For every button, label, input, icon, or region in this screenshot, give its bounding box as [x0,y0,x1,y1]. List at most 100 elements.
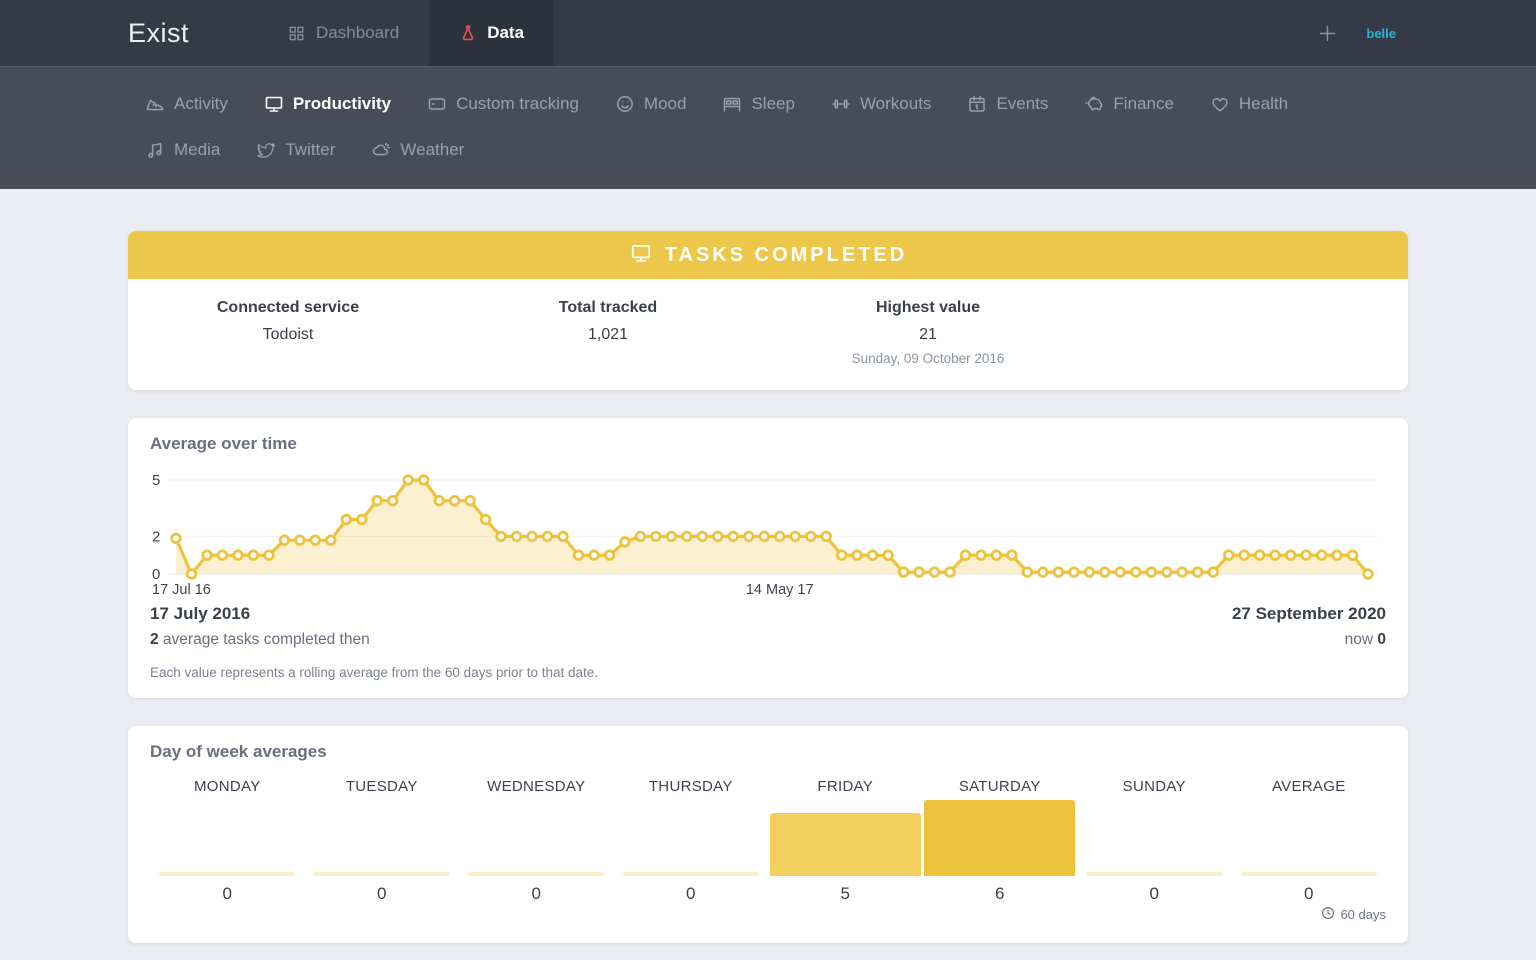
dow-barzone [305,798,460,876]
tasks-completed-banner: TASKS COMPLETED [128,231,1408,279]
dow-column-monday: MONDAY 0 [150,778,305,904]
subnav-item-sleep[interactable]: Sleep [722,94,795,114]
stat-date: Sunday, 09 October 2016 [851,351,1005,366]
range-start-date: 17 July 2016 [150,604,251,623]
svg-text:0: 0 [152,566,160,583]
stat-value: Todoist [262,326,314,343]
tag-icon [427,94,447,114]
nav-dashboard-label: Dashboard [316,23,400,42]
monitor-icon [264,94,284,114]
dow-column-sunday: SUNDAY 0 [1077,778,1232,904]
topbar-right: belle [1317,0,1536,66]
nav-dashboard[interactable]: Dashboard [257,0,429,66]
subnav-item-media[interactable]: Media [145,140,220,160]
dow-value: 0 [222,884,232,903]
range-end-label: now [1344,631,1378,648]
dow-label: AVERAGE [1271,778,1346,795]
range-end: 27 September 2020 now 0 [1232,604,1386,649]
dow-barzone [1232,798,1387,876]
subnav-item-twitter[interactable]: Twitter [256,140,335,160]
dow-baseline [313,872,450,876]
subnav-label: Custom tracking [456,94,579,113]
app-logo[interactable]: Exist [128,0,189,66]
card-title: Average over time [150,434,297,453]
subnav-label: Mood [643,94,687,113]
subnav-label: Workouts [859,94,932,113]
subnav-item-finance[interactable]: Finance [1084,94,1174,114]
primary-nav: Dashboard Data [257,0,555,66]
dow-value: 0 [1149,884,1159,903]
subnav-label: Weather [400,140,465,159]
subnav-item-custom-tracking[interactable]: Custom tracking [427,94,579,114]
twitter-bird-icon [256,140,276,160]
dow-barzone [459,798,614,876]
subnav-item-activity[interactable]: Activity [145,94,228,114]
dow-label: SATURDAY [958,778,1041,795]
dow-column-friday: FRIDAY 5 [768,778,923,904]
subnav-label: Events [996,94,1049,113]
stat-spacer [1088,299,1408,366]
range-end-date: 27 September 2020 [1231,604,1386,623]
dow-value: 6 [995,884,1005,903]
dow-column-tuesday: TUESDAY 0 [305,778,460,904]
dow-bar [769,813,921,876]
summary-stats: Connected service Todoist Total tracked … [128,279,1408,390]
dow-bar [924,800,1076,876]
stat-label: Total tracked [558,299,658,316]
dow-label: SUNDAY [1122,778,1186,795]
dow-baseline [1240,872,1377,876]
add-icon[interactable] [1317,23,1338,44]
dow-barzone [768,798,923,876]
subnav-item-mood[interactable]: Mood [615,94,687,114]
stat-connected-service: Connected service Todoist [128,299,448,366]
average-over-time-chart: 0 2 5 17 Jul 16 14 May 17 [152,472,1378,598]
monitor-icon [629,242,653,269]
banner-title: TASKS COMPLETED [664,243,908,266]
category-nav-row-1: Activity Productivity Custom tracking Mo… [145,81,1536,127]
dow-value: 5 [840,884,850,903]
dow-label: THURSDAY [648,778,733,795]
range-start-text: average tasks completed then [158,631,370,648]
svg-text:5: 5 [152,472,160,489]
dumbbell-icon [831,94,851,114]
svg-text:17 Jul 16: 17 Jul 16 [152,582,211,598]
average-over-time-card: Average over time 0 2 5 17 Jul 16 14 May 17 … [128,418,1408,698]
period-badge: 60 days [150,906,1386,925]
subnav-item-health[interactable]: Health [1210,94,1288,114]
flask-icon [459,24,477,42]
dow-value: 0 [531,884,541,903]
subnav-label: Sleep [751,94,795,113]
dow-column-saturday: SATURDAY 6 [923,778,1078,904]
piggy-bank-icon [1084,94,1104,114]
subnav-item-events[interactable]: Events [967,94,1048,114]
dow-value: 0 [1304,884,1314,903]
dow-label: TUESDAY [345,778,418,795]
bed-icon [722,94,742,114]
subnav-item-workouts[interactable]: Workouts [831,94,932,114]
weather-cloud-sun-icon [371,140,391,160]
subnav-item-weather[interactable]: Weather [371,140,464,160]
clock-icon [1321,906,1335,923]
subnav-label: Health [1238,94,1289,113]
card-title: Day of week averages [150,742,327,761]
dow-barzone [923,798,1078,876]
day-of-week-chart: MONDAY 0 TUESDAY 0 WEDNESDAY 0 THURSDAY … [150,778,1386,904]
dow-label: MONDAY [193,778,261,795]
tasks-completed-card: TASKS COMPLETED Connected service Todois… [128,231,1408,390]
range-end-value: 0 [1377,631,1386,648]
heart-icon [1210,94,1230,114]
music-note-icon [145,140,165,160]
range-end-desc: now 0 [1232,631,1386,649]
dow-value: 0 [686,884,696,903]
dow-barzone [1077,798,1232,876]
dow-label: WEDNESDAY [487,778,586,795]
subnav-item-productivity[interactable]: Productivity [264,94,391,114]
subnav-label: Finance [1113,94,1174,113]
nav-data[interactable]: Data [429,0,555,66]
stat-value: 1,021 [587,326,629,343]
username-link[interactable]: belle [1366,26,1396,41]
range-start-desc: 2 average tasks completed then [150,631,370,649]
dow-baseline [1086,872,1223,876]
stat-label: Connected service [216,299,360,316]
category-nav: Activity Productivity Custom tracking Mo… [0,66,1536,189]
